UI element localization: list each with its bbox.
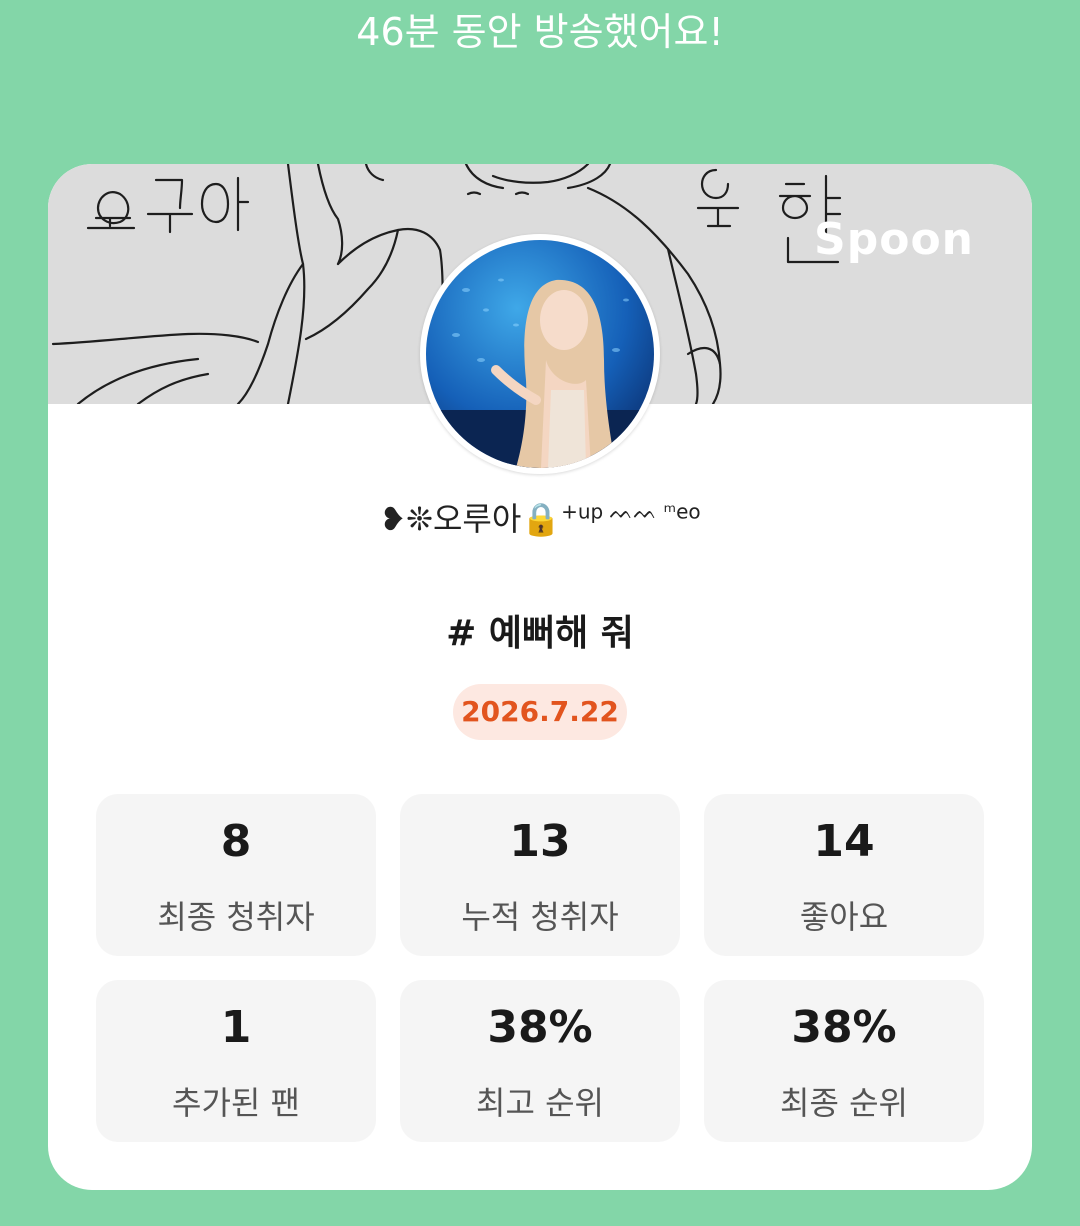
broadcast-duration-headline: 46분 동안 방송했어요! (356, 10, 724, 54)
stat-new-fans: 1 추가된 팬 (96, 980, 376, 1142)
stat-label: 최고 순위 (476, 1084, 604, 1122)
broadcast-date-badge: 2026.7.22 (453, 684, 627, 740)
stat-likes: 14 좋아요 (704, 794, 984, 956)
stat-value: 14 (813, 816, 875, 867)
avatar-image (426, 240, 654, 468)
stat-value: 38% (487, 1002, 593, 1053)
stat-value: 1 (220, 1002, 252, 1053)
streamer-nickname[interactable]: ❥❊오루아🔒+up ᨓᨓ ᵐeo (48, 494, 1032, 540)
stat-label: 추가된 팬 (172, 1084, 300, 1122)
stat-label: 최종 순위 (780, 1084, 908, 1122)
stat-final-listeners: 8 최종 청취자 (96, 794, 376, 956)
stat-cumulative-listeners: 13 누적 청취자 (400, 794, 680, 956)
profile-avatar[interactable] (420, 234, 660, 474)
broadcast-title: # 예뻐해 줘 (446, 613, 634, 654)
stat-value: 38% (791, 1002, 897, 1053)
nickname-text: ❥❊오루아🔒 (379, 500, 562, 538)
stat-label: 누적 청취자 (461, 898, 619, 936)
stat-final-rank: 38% 최종 순위 (704, 980, 984, 1142)
stat-value: 13 (509, 816, 571, 867)
stat-value: 8 (220, 816, 252, 867)
spoon-logo: Spoon (814, 214, 974, 265)
broadcast-summary-card: Spoon ❥❊오루아🔒+up ᨓᨓ ᵐeo # 예뻐해 줘 2026.7.22… (48, 164, 1032, 1190)
stat-label: 좋아요 (799, 898, 889, 936)
stat-best-rank: 38% 최고 순위 (400, 980, 680, 1142)
nickname-suffix: +up ᨓᨓ ᵐeo (561, 499, 701, 524)
stat-label: 최종 청취자 (157, 898, 315, 936)
